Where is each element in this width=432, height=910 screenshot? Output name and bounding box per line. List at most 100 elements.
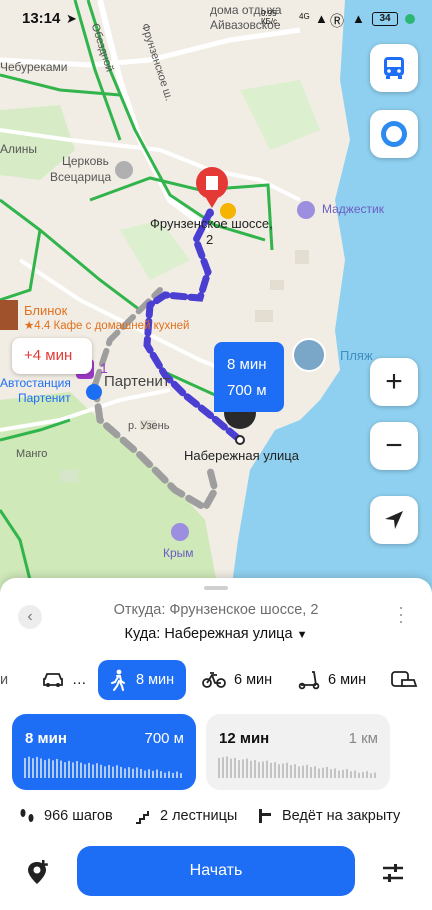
settings-button[interactable] [378, 858, 408, 888]
elevation-bar [120, 766, 122, 778]
route-count-label: 1 [100, 360, 108, 376]
elevation-bar [338, 770, 340, 778]
elevation-bar [294, 764, 296, 778]
net-speed: 0.95 КБ/с [261, 9, 278, 26]
zoom-in-button[interactable]: + [370, 358, 418, 406]
steps-info: 966 шагов [18, 805, 113, 827]
to-address[interactable]: Куда: Набережная улица ▼ [0, 626, 432, 642]
elevation-bar [350, 771, 352, 778]
alt-route-bubble[interactable]: +4 мин [12, 338, 92, 374]
elevation-bar [278, 764, 280, 778]
elevation-bar [254, 759, 256, 778]
elevation-bar [246, 758, 248, 778]
mode-scooter[interactable]: 6 мин [298, 660, 366, 700]
add-point-button[interactable] [22, 858, 52, 888]
elevation-bar [56, 758, 58, 778]
start-button[interactable]: Начать [77, 846, 355, 896]
elevation-bar [242, 759, 244, 778]
elevation-bar [342, 769, 344, 778]
caret-down-icon: ▼ [296, 629, 308, 641]
elevation-bar [234, 757, 236, 778]
elevation-bar [330, 769, 332, 778]
river-label: р. Узень [128, 420, 170, 432]
zoom-out-button[interactable]: − [370, 422, 418, 470]
elevation-bar [270, 762, 272, 778]
closed-area-info: Ведёт на закрыту [256, 805, 400, 827]
elevation-bar [100, 764, 102, 778]
bus-station-label: Автостанция [0, 376, 71, 390]
elevation-bar [140, 768, 142, 778]
elevation-bar [48, 758, 50, 778]
elevation-bar [124, 768, 126, 778]
elevation-bar [76, 761, 78, 778]
elevation-bar [64, 762, 66, 778]
route-bubble-distance: 700 м [227, 382, 267, 399]
elevation-bar [44, 760, 46, 778]
elevation-profile [218, 756, 376, 778]
elevation-bar [286, 762, 288, 778]
route-distance: 700 м [144, 730, 184, 747]
mode-bike[interactable]: 6 мин [202, 660, 272, 700]
poi-label-beach[interactable]: Пляж [340, 348, 373, 363]
elevation-bar [164, 772, 166, 778]
elevation-bar [370, 773, 372, 778]
poi-label-crimea[interactable]: Крым [163, 546, 194, 560]
route-option-1[interactable]: 8 мин 700 м [12, 714, 196, 790]
elevation-bar [318, 768, 320, 778]
footsteps-icon [20, 809, 34, 822]
elevation-bar [326, 766, 328, 778]
route-option-2[interactable]: 12 мин 1 км [206, 714, 390, 790]
mode-walk[interactable]: 8 мин [98, 660, 187, 700]
mode-taxi[interactable]: ни [0, 660, 8, 700]
elevation-bar [180, 773, 182, 778]
elevation-bar [108, 765, 110, 778]
elevation-bar [168, 771, 170, 778]
elevation-bar [88, 762, 90, 778]
elevation-bar [92, 764, 94, 778]
map-view[interactable]: Обездной Фрунзенское ш. дома отдыха Айва… [0, 0, 432, 600]
elevation-bar [262, 761, 264, 778]
poi-label: Церковь [62, 154, 109, 168]
route-distance: 1 км [348, 730, 378, 747]
elevation-bar [128, 767, 130, 778]
sliders-icon [383, 864, 403, 882]
elevation-bar [334, 768, 336, 778]
barrier-icon [259, 809, 271, 823]
locate-button[interactable] [370, 496, 418, 544]
elevation-bar [238, 760, 240, 778]
alice-icon [381, 121, 407, 147]
scooter-icon [298, 671, 320, 690]
elevation-bar [226, 756, 228, 778]
send-icon: ➤ [66, 11, 77, 26]
poi-label: Чебуреками [0, 60, 68, 74]
poi-label-blinok[interactable]: Блинок [24, 303, 67, 318]
signal-icon: ▲ [352, 11, 365, 26]
elevation-bar [322, 767, 324, 778]
elevation-bar [230, 758, 232, 778]
alice-button[interactable] [370, 110, 418, 158]
elevation-bar [362, 771, 364, 778]
elevation-bar [104, 766, 106, 778]
elevation-bar [298, 766, 300, 778]
poi-label-majestic[interactable]: Маджестик [322, 202, 384, 216]
elevation-bar [148, 769, 150, 778]
elevation-bar [346, 769, 348, 778]
transport-button[interactable] [370, 44, 418, 92]
elevation-bar [222, 757, 224, 778]
more-icon[interactable]: · · · [396, 598, 406, 630]
mode-transit[interactable] [390, 660, 426, 700]
bus-station-label: Партенит [18, 391, 71, 405]
bus-icon [384, 57, 404, 79]
elevation-bar [172, 772, 174, 778]
elevation-bar [32, 758, 34, 778]
elevation-bar [306, 764, 308, 778]
elevation-bar [136, 767, 138, 778]
walk-icon [111, 669, 125, 691]
start-address-label: Фрунзенское шоссе, [150, 216, 273, 231]
from-address[interactable]: Откуда: Фрунзенское шоссе, 2 [0, 602, 432, 618]
mode-car[interactable]: … [42, 660, 87, 700]
elevation-bar [36, 756, 38, 778]
route-bubble[interactable]: 8 мин 700 м [214, 342, 284, 412]
sheet-grabber[interactable] [204, 586, 228, 590]
elevation-bar [266, 760, 268, 778]
